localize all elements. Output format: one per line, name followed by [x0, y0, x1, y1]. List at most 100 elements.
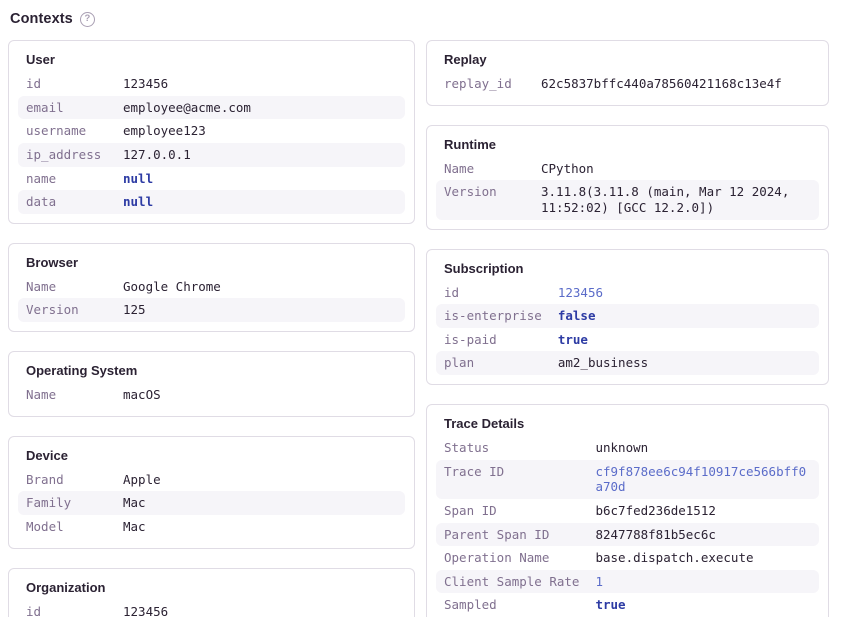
section-heading: Contexts ?	[10, 11, 830, 27]
row-value: 127.0.0.1	[115, 143, 405, 167]
key-value-table: replay_id 62c5837bffc440a78560421168c13e…	[436, 72, 819, 96]
key-value-table: id 123456 email employee@acme.com userna…	[18, 72, 405, 214]
card-title: Replay	[444, 52, 819, 67]
row-value: 123456	[550, 281, 819, 305]
row-value: Apple	[115, 468, 405, 492]
table-row: id 123456	[436, 281, 819, 305]
table-row: plan am2_business	[436, 351, 819, 375]
card-title: Browser	[26, 255, 405, 270]
table-row: username employee123	[18, 119, 405, 143]
context-card-user: User id 123456 email employee@acme.com u…	[8, 40, 415, 224]
context-card-trace-details: Trace Details Status unknown Trace ID cf…	[426, 404, 829, 617]
row-value: employee123	[115, 119, 405, 143]
row-value: 8247788f81b5ec6c	[587, 523, 819, 547]
row-key: Model	[18, 515, 115, 539]
row-key: Name	[436, 157, 533, 181]
row-value: 123456	[115, 600, 405, 617]
row-value: macOS	[115, 383, 405, 407]
context-card-subscription: Subscription id 123456 is-enterprise fal…	[426, 249, 829, 386]
table-row: Trace ID cf9f878ee6c94f10917ce566bff0a70…	[436, 460, 819, 499]
key-value-table: Name CPython Version 3.11.8(3.11.8 (main…	[436, 157, 819, 220]
table-row: Name CPython	[436, 157, 819, 181]
context-card-replay: Replay replay_id 62c5837bffc440a78560421…	[426, 40, 829, 106]
row-key: id	[18, 600, 115, 617]
row-key: Sampled	[436, 593, 587, 617]
contexts-page: Contexts ? User id 123456 email employee…	[0, 0, 844, 617]
context-card-operating-system: Operating System Name macOS	[8, 351, 415, 417]
card-title: Organization	[26, 580, 405, 595]
key-value-table: id 123456 slug acme	[18, 600, 405, 617]
key-value-table: Status unknown Trace ID cf9f878ee6c94f10…	[436, 436, 819, 617]
row-key: is-enterprise	[436, 304, 550, 328]
row-key: Version	[18, 298, 115, 322]
context-card-organization: Organization id 123456 slug acme	[8, 568, 415, 617]
column-right: Replay replay_id 62c5837bffc440a78560421…	[426, 40, 829, 617]
row-key: plan	[436, 351, 550, 375]
row-key: name	[18, 167, 115, 191]
row-value: unknown	[587, 436, 819, 460]
table-row: Client Sample Rate 1	[436, 570, 819, 594]
row-key: email	[18, 96, 115, 120]
row-key: Name	[18, 275, 115, 299]
row-key: Operation Name	[436, 546, 587, 570]
card-title: Operating System	[26, 363, 405, 378]
row-value: null	[115, 167, 405, 191]
row-value: true	[550, 328, 819, 352]
key-value-table: Name Google Chrome Version 125	[18, 275, 405, 322]
row-value: 125	[115, 298, 405, 322]
card-title: Device	[26, 448, 405, 463]
row-key: Family	[18, 491, 115, 515]
help-icon[interactable]: ?	[80, 12, 95, 27]
question-mark-glyph: ?	[84, 14, 90, 24]
column-left: User id 123456 email employee@acme.com u…	[8, 40, 415, 617]
key-value-table: id 123456 is-enterprise false is-paid tr…	[436, 281, 819, 376]
row-key: Parent Span ID	[436, 523, 587, 547]
row-value: 3.11.8(3.11.8 (main, Mar 12 2024, 11:52:…	[533, 180, 819, 219]
row-key: Status	[436, 436, 587, 460]
row-key: Span ID	[436, 499, 587, 523]
row-key: Client Sample Rate	[436, 570, 587, 594]
row-key: Version	[436, 180, 533, 219]
table-row: is-enterprise false	[436, 304, 819, 328]
row-value: Mac	[115, 515, 405, 539]
row-key: Trace ID	[436, 460, 587, 499]
table-row: email employee@acme.com	[18, 96, 405, 120]
card-title: Trace Details	[444, 416, 819, 431]
context-card-device: Device Brand Apple Family Mac Model Mac	[8, 436, 415, 549]
table-row: Status unknown	[436, 436, 819, 460]
card-title: Subscription	[444, 261, 819, 276]
table-row: data null	[18, 190, 405, 214]
row-value-link[interactable]: cf9f878ee6c94f10917ce566bff0a70d	[587, 460, 819, 499]
row-key: id	[18, 72, 115, 96]
table-row: Family Mac	[18, 491, 405, 515]
row-value: b6c7fed236de1512	[587, 499, 819, 523]
table-row: Span ID b6c7fed236de1512	[436, 499, 819, 523]
row-key: Name	[18, 383, 115, 407]
row-key: Brand	[18, 468, 115, 492]
row-value: true	[587, 593, 819, 617]
context-cards-grid: User id 123456 email employee@acme.com u…	[8, 40, 830, 617]
table-row: Name Google Chrome	[18, 275, 405, 299]
table-row: Version 125	[18, 298, 405, 322]
table-row: Operation Name base.dispatch.execute	[436, 546, 819, 570]
page-title: Contexts	[10, 11, 73, 27]
table-row: name null	[18, 167, 405, 191]
table-row: is-paid true	[436, 328, 819, 352]
row-value: CPython	[533, 157, 819, 181]
row-key: id	[436, 281, 550, 305]
table-row: replay_id 62c5837bffc440a78560421168c13e…	[436, 72, 819, 96]
row-key: replay_id	[436, 72, 533, 96]
row-value: false	[550, 304, 819, 328]
table-row: ip_address 127.0.0.1	[18, 143, 405, 167]
row-value: base.dispatch.execute	[587, 546, 819, 570]
context-card-runtime: Runtime Name CPython Version 3.11.8(3.11…	[426, 125, 829, 230]
row-key: data	[18, 190, 115, 214]
key-value-table: Name macOS	[18, 383, 405, 407]
row-value: 62c5837bffc440a78560421168c13e4f	[533, 72, 819, 96]
row-value: employee@acme.com	[115, 96, 405, 120]
row-value: Mac	[115, 491, 405, 515]
card-title: User	[26, 52, 405, 67]
row-key: is-paid	[436, 328, 550, 352]
row-value: Google Chrome	[115, 275, 405, 299]
key-value-table: Brand Apple Family Mac Model Mac	[18, 468, 405, 539]
